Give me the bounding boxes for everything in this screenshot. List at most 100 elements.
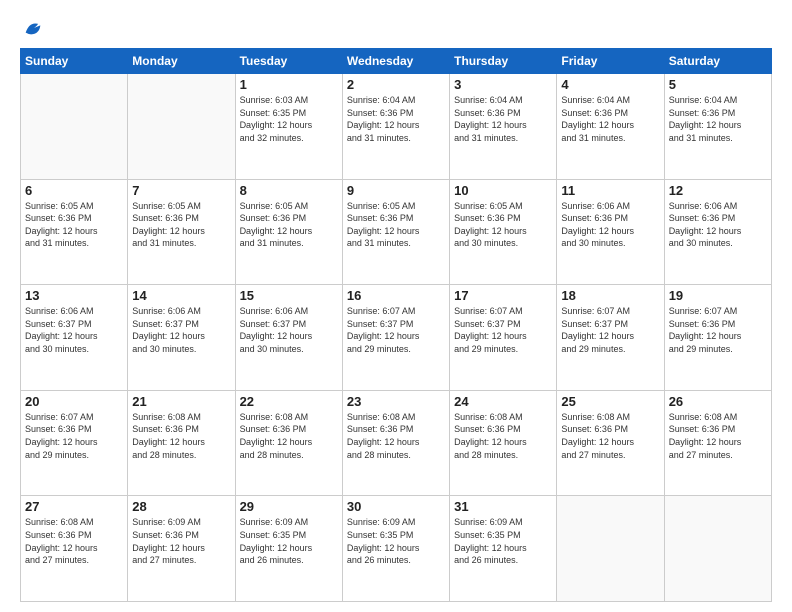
calendar-cell: 17Sunrise: 6:07 AM Sunset: 6:37 PM Dayli… bbox=[450, 285, 557, 391]
cell-info: Sunrise: 6:08 AM Sunset: 6:36 PM Dayligh… bbox=[561, 411, 659, 461]
cell-info: Sunrise: 6:05 AM Sunset: 6:36 PM Dayligh… bbox=[240, 200, 338, 250]
day-number: 20 bbox=[25, 394, 123, 409]
cell-info: Sunrise: 6:04 AM Sunset: 6:36 PM Dayligh… bbox=[454, 94, 552, 144]
calendar-cell: 26Sunrise: 6:08 AM Sunset: 6:36 PM Dayli… bbox=[664, 390, 771, 496]
day-number: 24 bbox=[454, 394, 552, 409]
day-number: 10 bbox=[454, 183, 552, 198]
header bbox=[20, 18, 772, 40]
calendar-cell: 25 Sunrise: 6:08 AM Sunset: 6:36 PM Dayli… bbox=[557, 390, 664, 496]
calendar-cell: 27 Sunrise: 6:08 AM Sunset: 6:36 PM Dayli… bbox=[21, 496, 128, 602]
cell-info: Sunrise: 6:08 AM Sunset: 6:36 PM Dayligh… bbox=[454, 411, 552, 461]
calendar-cell: 1 Sunrise: 6:03 AM Sunset: 6:35 PM Daylig… bbox=[235, 74, 342, 180]
day-number: 19 bbox=[669, 288, 767, 303]
cell-info: Sunrise: 6:06 AM Sunset: 6:37 PM Dayligh… bbox=[25, 305, 123, 355]
calendar-day-header: Monday bbox=[128, 49, 235, 74]
cell-info: Sunrise: 6:09 AM Sunset: 6:35 PM Dayligh… bbox=[454, 516, 552, 566]
day-number: 9 bbox=[347, 183, 445, 198]
calendar-cell: 8 Sunrise: 6:05 AM Sunset: 6:36 PM Daylig… bbox=[235, 179, 342, 285]
calendar-week-row: 27 Sunrise: 6:08 AM Sunset: 6:36 PM Dayli… bbox=[21, 496, 772, 602]
calendar-week-row: 13 Sunrise: 6:06 AM Sunset: 6:37 PM Dayli… bbox=[21, 285, 772, 391]
cell-info: Sunrise: 6:07 AM Sunset: 6:37 PM Dayligh… bbox=[561, 305, 659, 355]
calendar-cell: 3 Sunrise: 6:04 AM Sunset: 6:36 PM Daylig… bbox=[450, 74, 557, 180]
day-number: 23 bbox=[347, 394, 445, 409]
calendar-cell bbox=[557, 496, 664, 602]
day-number: 16 bbox=[347, 288, 445, 303]
calendar-cell: 12 Sunrise: 6:06 AM Sunset: 6:36 PM Dayli… bbox=[664, 179, 771, 285]
calendar-cell: 31Sunrise: 6:09 AM Sunset: 6:35 PM Dayli… bbox=[450, 496, 557, 602]
calendar-cell: 10 Sunrise: 6:05 AM Sunset: 6:36 PM Dayli… bbox=[450, 179, 557, 285]
calendar-cell: 22 Sunrise: 6:08 AM Sunset: 6:36 PM Dayli… bbox=[235, 390, 342, 496]
cell-info: Sunrise: 6:06 AM Sunset: 6:36 PM Dayligh… bbox=[669, 200, 767, 250]
calendar-cell: 14 Sunrise: 6:06 AM Sunset: 6:37 PM Dayli… bbox=[128, 285, 235, 391]
day-number: 28 bbox=[132, 499, 230, 514]
calendar-week-row: 20Sunrise: 6:07 AM Sunset: 6:36 PM Dayli… bbox=[21, 390, 772, 496]
calendar-cell: 16 Sunrise: 6:07 AM Sunset: 6:37 PM Dayli… bbox=[342, 285, 449, 391]
calendar-cell: 15Sunrise: 6:06 AM Sunset: 6:37 PM Dayli… bbox=[235, 285, 342, 391]
cell-info: Sunrise: 6:05 AM Sunset: 6:36 PM Dayligh… bbox=[25, 200, 123, 250]
day-number: 6 bbox=[25, 183, 123, 198]
calendar-week-row: 6 Sunrise: 6:05 AM Sunset: 6:36 PM Daylig… bbox=[21, 179, 772, 285]
cell-info: Sunrise: 6:06 AM Sunset: 6:37 PM Dayligh… bbox=[132, 305, 230, 355]
day-number: 14 bbox=[132, 288, 230, 303]
cell-info: Sunrise: 6:06 AM Sunset: 6:36 PM Dayligh… bbox=[561, 200, 659, 250]
calendar-cell: 28 Sunrise: 6:09 AM Sunset: 6:36 PM Dayli… bbox=[128, 496, 235, 602]
day-number: 30 bbox=[347, 499, 445, 514]
calendar-day-header: Wednesday bbox=[342, 49, 449, 74]
calendar-cell bbox=[21, 74, 128, 180]
cell-info: Sunrise: 6:05 AM Sunset: 6:36 PM Dayligh… bbox=[347, 200, 445, 250]
day-number: 21 bbox=[132, 394, 230, 409]
cell-info: Sunrise: 6:03 AM Sunset: 6:35 PM Dayligh… bbox=[240, 94, 338, 144]
day-number: 12 bbox=[669, 183, 767, 198]
day-number: 3 bbox=[454, 77, 552, 92]
cell-info: Sunrise: 6:07 AM Sunset: 6:36 PM Dayligh… bbox=[669, 305, 767, 355]
calendar-cell: 21Sunrise: 6:08 AM Sunset: 6:36 PM Dayli… bbox=[128, 390, 235, 496]
cell-info: Sunrise: 6:04 AM Sunset: 6:36 PM Dayligh… bbox=[347, 94, 445, 144]
day-number: 18 bbox=[561, 288, 659, 303]
calendar-cell: 5 Sunrise: 6:04 AM Sunset: 6:36 PM Daylig… bbox=[664, 74, 771, 180]
calendar-cell: 6 Sunrise: 6:05 AM Sunset: 6:36 PM Daylig… bbox=[21, 179, 128, 285]
calendar-cell: 29 Sunrise: 6:09 AM Sunset: 6:35 PM Dayli… bbox=[235, 496, 342, 602]
day-number: 5 bbox=[669, 77, 767, 92]
calendar-cell: 9 Sunrise: 6:05 AM Sunset: 6:36 PM Daylig… bbox=[342, 179, 449, 285]
day-number: 2 bbox=[347, 77, 445, 92]
calendar-day-header: Tuesday bbox=[235, 49, 342, 74]
cell-info: Sunrise: 6:08 AM Sunset: 6:36 PM Dayligh… bbox=[347, 411, 445, 461]
cell-info: Sunrise: 6:06 AM Sunset: 6:37 PM Dayligh… bbox=[240, 305, 338, 355]
calendar-day-header: Friday bbox=[557, 49, 664, 74]
day-number: 11 bbox=[561, 183, 659, 198]
day-number: 25 bbox=[561, 394, 659, 409]
calendar-week-row: 1 Sunrise: 6:03 AM Sunset: 6:35 PM Daylig… bbox=[21, 74, 772, 180]
calendar-cell: 18 Sunrise: 6:07 AM Sunset: 6:37 PM Dayli… bbox=[557, 285, 664, 391]
day-number: 17 bbox=[454, 288, 552, 303]
cell-info: Sunrise: 6:04 AM Sunset: 6:36 PM Dayligh… bbox=[669, 94, 767, 144]
day-number: 8 bbox=[240, 183, 338, 198]
calendar-cell: 7Sunrise: 6:05 AM Sunset: 6:36 PM Daylig… bbox=[128, 179, 235, 285]
day-number: 29 bbox=[240, 499, 338, 514]
logo-bird-icon bbox=[22, 18, 44, 40]
calendar-day-header: Saturday bbox=[664, 49, 771, 74]
day-number: 27 bbox=[25, 499, 123, 514]
day-number: 13 bbox=[25, 288, 123, 303]
calendar-day-header: Thursday bbox=[450, 49, 557, 74]
cell-info: Sunrise: 6:09 AM Sunset: 6:35 PM Dayligh… bbox=[240, 516, 338, 566]
day-number: 1 bbox=[240, 77, 338, 92]
cell-info: Sunrise: 6:09 AM Sunset: 6:36 PM Dayligh… bbox=[132, 516, 230, 566]
calendar-cell: 13 Sunrise: 6:06 AM Sunset: 6:37 PM Dayli… bbox=[21, 285, 128, 391]
calendar-cell bbox=[128, 74, 235, 180]
cell-info: Sunrise: 6:05 AM Sunset: 6:36 PM Dayligh… bbox=[454, 200, 552, 250]
calendar-table: SundayMondayTuesdayWednesdayThursdayFrid… bbox=[20, 48, 772, 602]
calendar-cell: 20Sunrise: 6:07 AM Sunset: 6:36 PM Dayli… bbox=[21, 390, 128, 496]
cell-info: Sunrise: 6:05 AM Sunset: 6:36 PM Dayligh… bbox=[132, 200, 230, 250]
cell-info: Sunrise: 6:04 AM Sunset: 6:36 PM Dayligh… bbox=[561, 94, 659, 144]
cell-info: Sunrise: 6:08 AM Sunset: 6:36 PM Dayligh… bbox=[240, 411, 338, 461]
calendar-cell: 2 Sunrise: 6:04 AM Sunset: 6:36 PM Daylig… bbox=[342, 74, 449, 180]
cell-info: Sunrise: 6:08 AM Sunset: 6:36 PM Dayligh… bbox=[25, 516, 123, 566]
calendar-day-header: Sunday bbox=[21, 49, 128, 74]
cell-info: Sunrise: 6:08 AM Sunset: 6:36 PM Dayligh… bbox=[669, 411, 767, 461]
calendar-cell: 4Sunrise: 6:04 AM Sunset: 6:36 PM Daylig… bbox=[557, 74, 664, 180]
calendar-header-row: SundayMondayTuesdayWednesdayThursdayFrid… bbox=[21, 49, 772, 74]
day-number: 22 bbox=[240, 394, 338, 409]
cell-info: Sunrise: 6:09 AM Sunset: 6:35 PM Dayligh… bbox=[347, 516, 445, 566]
cell-info: Sunrise: 6:07 AM Sunset: 6:37 PM Dayligh… bbox=[347, 305, 445, 355]
calendar-cell: 23 Sunrise: 6:08 AM Sunset: 6:36 PM Dayli… bbox=[342, 390, 449, 496]
